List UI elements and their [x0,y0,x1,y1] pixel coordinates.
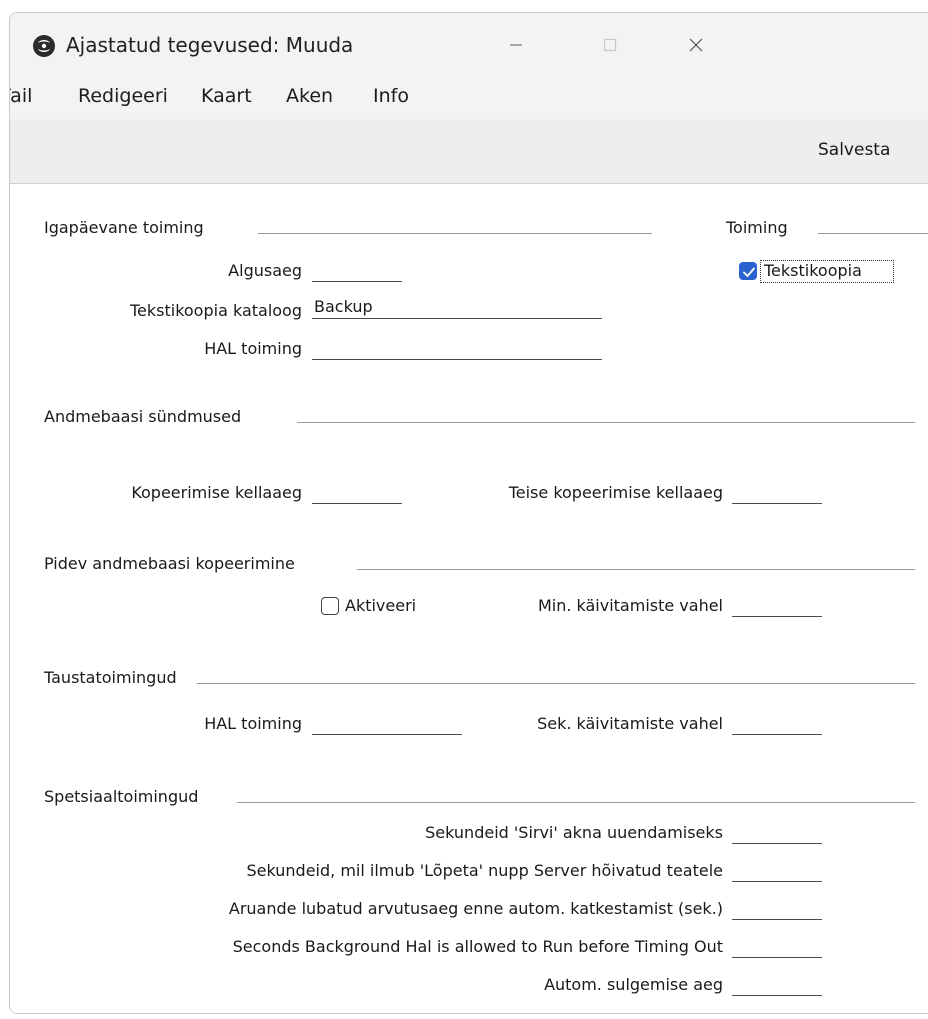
special-label-stop-button: Sekundeid, mil ilmub 'Lõpeta' nupp Serve… [246,861,724,880]
second-copy-time-field[interactable] [732,481,822,504]
sec-between-label: Sek. käivitamiste vahel [537,714,723,733]
window-title: Ajastatud tegevused: Muuda [66,33,354,57]
form-content: Igapäevane toiming Algusaeg Tekstikoopia… [10,184,928,1013]
activate-checkbox[interactable] [321,597,339,615]
start-time-label: Algusaeg [228,261,302,280]
section-db-events-title: Andmebaasi sündmused [44,407,242,426]
section-action-title: Toiming [726,218,788,237]
app-logo-icon [32,34,56,58]
menu-kaart[interactable]: Kaart [201,85,252,107]
toolbar: Salvesta [10,119,928,184]
special-field-stop-button[interactable] [732,859,822,882]
copy-time-field[interactable] [312,481,402,504]
sec-between-field[interactable] [732,712,822,735]
text-backup-checkbox[interactable] [739,262,757,280]
hal-action-label: HAL toiming [204,339,302,358]
min-between-field[interactable] [732,594,822,617]
activate-label[interactable]: Aktiveeri [345,596,416,615]
section-divider [258,233,652,234]
start-time-field[interactable] [312,259,402,282]
special-label-auto-close: Autom. sulgemise aeg [544,975,723,994]
min-between-label: Min. käivitamiste vahel [537,596,723,615]
maximize-icon[interactable] [590,27,630,63]
checkmark-icon [743,267,755,277]
special-label-browse-refresh: Sekundeid 'Sirvi' akna uuendamiseks [425,823,723,842]
copy-time-label: Kopeerimise kellaaeg [131,483,302,502]
menu-bar: Fail Redigeeri Kaart Aken Info [10,79,928,119]
bg-hal-action-label: HAL toiming [204,714,302,733]
title-bar: Ajastatud tegevused: Muuda [10,13,928,79]
menu-redigeeri[interactable]: Redigeeri [78,85,168,107]
menu-fail[interactable]: Fail [10,85,32,107]
section-divider [357,569,915,570]
section-divider [197,683,915,684]
section-daily-title: Igapäevane toiming [44,218,204,237]
page-top-strip [0,0,928,10]
hal-action-field[interactable] [312,337,602,360]
special-label-report-timeout: Aruande lubatud arvutusaeg enne autom. k… [228,899,723,918]
special-field-auto-close[interactable] [732,973,822,996]
section-divider [818,233,928,234]
save-button[interactable]: Salvesta [818,140,890,160]
special-field-bg-hal-timeout[interactable] [732,935,822,958]
section-background-title: Taustatoimingud [44,668,177,687]
section-continuous-title: Pidev andmebaasi kopeerimine [44,554,295,573]
section-special-title: Spetsiaaltoimingud [44,787,199,806]
menu-aken[interactable]: Aken [286,85,333,107]
section-divider [237,802,915,803]
section-divider [297,422,915,423]
dialog-window: Ajastatud tegevused: Muuda Fail Redigeer… [9,12,928,1014]
backup-folder-label: Tekstikoopia kataloog [129,301,302,320]
special-field-report-timeout[interactable] [732,897,822,920]
special-field-browse-refresh[interactable] [732,821,822,844]
bg-hal-action-field[interactable] [312,712,462,735]
text-backup-label[interactable]: Tekstikoopia [764,261,862,280]
menu-info[interactable]: Info [373,85,409,107]
close-icon[interactable] [676,27,716,63]
second-copy-time-label: Teise kopeerimise kellaaeg [508,483,723,502]
backup-folder-field[interactable]: Backup [312,297,602,319]
minimize-icon[interactable] [496,27,536,63]
special-label-bg-hal-timeout: Seconds Background Hal is allowed to Run… [232,937,723,956]
